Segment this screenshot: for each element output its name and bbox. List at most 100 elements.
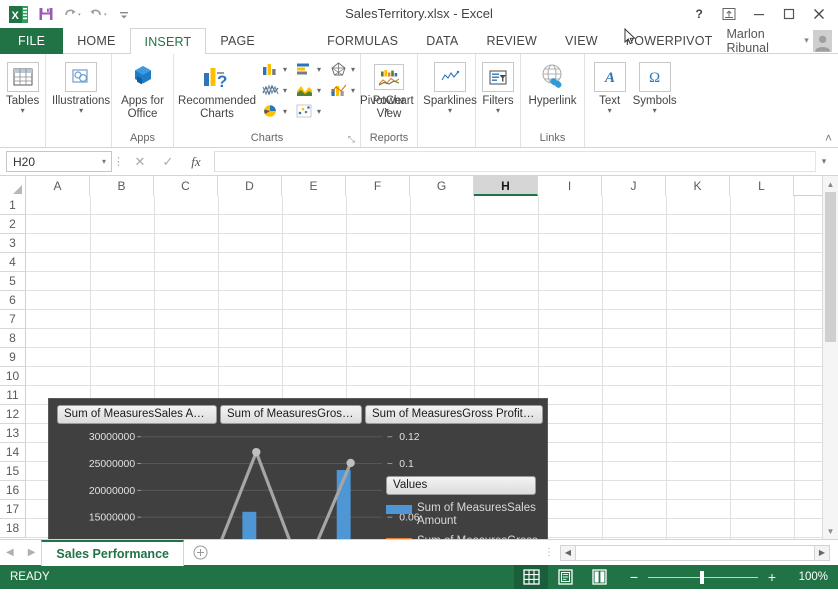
row-header-4[interactable]: 4: [0, 253, 26, 272]
save-icon[interactable]: [34, 3, 58, 25]
column-header-g[interactable]: G: [410, 176, 474, 196]
select-all-corner[interactable]: [0, 176, 26, 196]
redo-icon[interactable]: [86, 3, 110, 25]
row-header-10[interactable]: 10: [0, 367, 26, 386]
zoom-slider-thumb[interactable]: [700, 570, 704, 584]
scroll-left-icon[interactable]: ◀: [561, 548, 575, 557]
power-view-button[interactable]: Power View: [365, 57, 413, 121]
legend-values-button[interactable]: Values: [386, 476, 536, 495]
zoom-level[interactable]: 100%: [786, 571, 828, 583]
undo-icon[interactable]: [60, 3, 84, 25]
symbols-button[interactable]: Ω Symbols ▾: [630, 57, 679, 115]
chevron-down-icon[interactable]: ▾: [496, 107, 500, 115]
zoom-out-button[interactable]: −: [628, 569, 640, 585]
pivot-chart[interactable]: Sum of MeasuresSales Amo... Sum of Measu…: [48, 398, 548, 539]
tab-insert[interactable]: INSERT: [129, 28, 207, 54]
collapse-ribbon-icon[interactable]: ˄: [825, 131, 832, 145]
name-box[interactable]: H20 ▾: [6, 151, 112, 172]
column-header-d[interactable]: D: [218, 176, 282, 196]
add-sheet-icon[interactable]: [184, 540, 218, 565]
row-header-13[interactable]: 13: [0, 424, 26, 443]
tables-button[interactable]: Tables ▾: [4, 57, 41, 115]
expand-formula-bar-icon[interactable]: ▾: [816, 156, 832, 167]
text-button[interactable]: A Text ▾: [589, 57, 630, 115]
chevron-down-icon[interactable]: ▾: [608, 107, 612, 115]
column-header-k[interactable]: K: [666, 176, 730, 196]
row-header-17[interactable]: 17: [0, 500, 26, 519]
row-header-6[interactable]: 6: [0, 291, 26, 310]
tab-review[interactable]: REVIEW: [472, 28, 551, 54]
enter-formula-icon[interactable]: ✓: [154, 151, 182, 173]
illustrations-button[interactable]: Illustrations ▾: [50, 57, 112, 115]
maximize-icon[interactable]: [774, 1, 804, 27]
tab-page-layout[interactable]: PAGE LAYOUT: [206, 28, 313, 74]
pie-chart-button[interactable]: ▾: [256, 101, 290, 121]
tab-file[interactable]: FILE: [0, 28, 64, 54]
row-header-15[interactable]: 15: [0, 462, 26, 481]
apps-for-office-button[interactable]: Apps for Office: [116, 57, 169, 121]
column-header-e[interactable]: E: [282, 176, 346, 196]
row-header-2[interactable]: 2: [0, 215, 26, 234]
column-header-a[interactable]: A: [26, 176, 90, 196]
row-header-14[interactable]: 14: [0, 443, 26, 462]
tab-data[interactable]: DATA: [412, 28, 472, 54]
column-header-j[interactable]: J: [602, 176, 666, 196]
vertical-scrollbar[interactable]: ▲ ▼: [822, 176, 838, 539]
zoom-in-button[interactable]: +: [766, 569, 778, 585]
row-header-16[interactable]: 16: [0, 481, 26, 500]
chevron-down-icon[interactable]: ▾: [283, 107, 287, 116]
chevron-down-icon[interactable]: ▾: [351, 65, 355, 74]
tab-home[interactable]: HOME: [63, 28, 129, 54]
close-icon[interactable]: [804, 1, 834, 27]
chevron-down-icon[interactable]: ▾: [317, 107, 321, 116]
sheet-tab-sales-performance[interactable]: Sales Performance: [41, 540, 184, 566]
chevron-down-icon[interactable]: ▾: [21, 107, 25, 115]
row-header-12[interactable]: 12: [0, 405, 26, 424]
tab-powerpivot[interactable]: POWERPIVOT: [612, 28, 727, 54]
column-header-i[interactable]: I: [538, 176, 602, 196]
help-icon[interactable]: ?: [684, 1, 714, 27]
row-header-9[interactable]: 9: [0, 348, 26, 367]
charts-dialog-launcher-icon[interactable]: ⤡: [348, 133, 355, 146]
zoom-slider[interactable]: [648, 570, 758, 584]
formula-input[interactable]: [214, 151, 816, 172]
account-area[interactable]: Marlon Ribunal ▾: [726, 27, 838, 55]
line-chart-button[interactable]: ▾: [256, 80, 290, 100]
bar-chart-button[interactable]: ▾: [290, 59, 324, 79]
filters-button[interactable]: Filters ▾: [480, 57, 516, 115]
cancel-formula-icon[interactable]: ✕: [126, 151, 154, 173]
row-header-3[interactable]: 3: [0, 234, 26, 253]
previous-sheet-icon[interactable]: ◀: [6, 547, 14, 558]
chevron-down-icon[interactable]: ▾: [283, 65, 287, 74]
row-header-8[interactable]: 8: [0, 329, 26, 348]
scatter-chart-button[interactable]: ▾: [290, 101, 324, 121]
scroll-up-icon[interactable]: ▲: [823, 176, 838, 192]
recommended-charts-button[interactable]: ? Recommended Charts: [178, 57, 256, 121]
column-header-c[interactable]: C: [154, 176, 218, 196]
row-header-11[interactable]: 11: [0, 386, 26, 405]
next-sheet-icon[interactable]: ▶: [28, 547, 36, 558]
column-header-h[interactable]: H: [474, 176, 538, 196]
page-layout-view-button[interactable]: [548, 565, 582, 589]
horizontal-scroll-thumb[interactable]: [575, 545, 815, 560]
page-break-preview-button[interactable]: [582, 565, 616, 589]
normal-view-button[interactable]: [514, 565, 548, 589]
chevron-down-icon[interactable]: ▾: [317, 65, 321, 74]
area-chart-button[interactable]: ▾: [290, 80, 324, 100]
combo-chart-button[interactable]: ▾: [324, 80, 358, 100]
avatar[interactable]: [812, 29, 832, 52]
column-header-b[interactable]: B: [90, 176, 154, 196]
minimize-icon[interactable]: [744, 1, 774, 27]
chevron-down-icon[interactable]: ▾: [804, 35, 809, 46]
column-header-l[interactable]: L: [730, 176, 794, 196]
tab-view[interactable]: VIEW: [551, 28, 612, 54]
ribbon-display-options-icon[interactable]: [714, 1, 744, 27]
sparklines-button[interactable]: Sparklines ▾: [422, 57, 478, 115]
sheet-tab-split-handle[interactable]: ⋮: [544, 547, 554, 558]
chevron-down-icon[interactable]: ▾: [448, 107, 452, 115]
scroll-down-icon[interactable]: ▼: [823, 523, 838, 539]
vertical-scroll-thumb[interactable]: [825, 192, 836, 342]
stock-chart-button[interactable]: ▾: [324, 59, 358, 79]
chevron-down-icon[interactable]: ▾: [102, 157, 109, 166]
column-header-f[interactable]: F: [346, 176, 410, 196]
